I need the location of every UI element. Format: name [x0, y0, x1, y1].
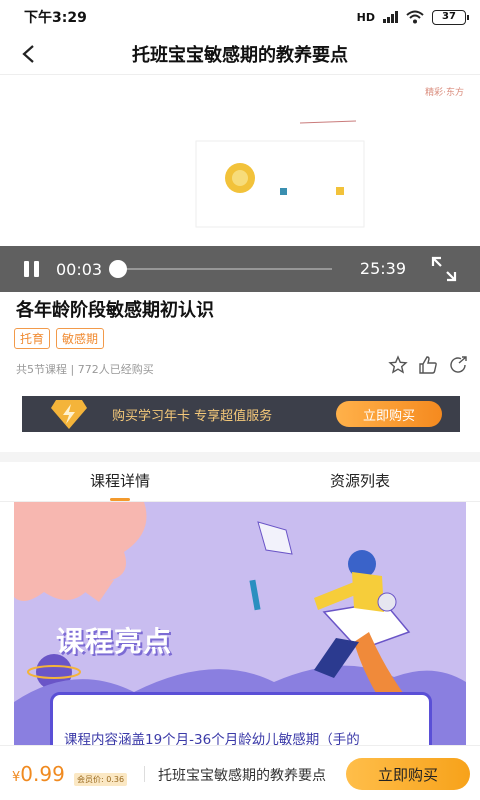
- share-icon[interactable]: [448, 355, 468, 375]
- promo-text: 购买学习年卡 专享超值服务: [112, 408, 273, 424]
- back-button[interactable]: [12, 38, 44, 70]
- nav-bar: 托班宝宝敏感期的教养要点: [0, 34, 480, 74]
- tab-bar: 课程详情 资源列表: [0, 462, 480, 502]
- star-icon[interactable]: [388, 355, 408, 375]
- current-time: 00:03: [56, 259, 103, 279]
- status-bar: 下午3:29 HD 37: [0, 0, 480, 34]
- promo-banner[interactable]: 购买学习年卡 专享超值服务 立即购买: [22, 396, 460, 432]
- price-value: 0.99: [20, 762, 65, 786]
- section-divider: [0, 452, 480, 462]
- total-time: 25:39: [359, 259, 406, 278]
- bottom-bar: ¥0.99 会员价: 0.36 托班宝宝敏感期的教养要点 立即购买: [0, 745, 480, 800]
- action-icons: [388, 355, 468, 375]
- tag-minganqi: 敏感期: [56, 328, 105, 349]
- tab-course-details[interactable]: 课程详情: [0, 462, 240, 501]
- chevron-left-icon: [22, 45, 34, 63]
- cell-signal-icon: [383, 11, 398, 23]
- battery-icon: 37: [432, 9, 469, 25]
- wifi-icon: [406, 10, 424, 24]
- progress-thumb[interactable]: [109, 260, 127, 278]
- pause-button[interactable]: [16, 254, 46, 284]
- buy-now-button[interactable]: 立即购买: [346, 758, 470, 790]
- hd-signal-label: HD: [356, 10, 375, 24]
- status-icons: HD 37: [356, 9, 469, 25]
- tab-resource-list[interactable]: 资源列表: [240, 462, 480, 501]
- member-price-badge: 会员价: 0.36: [74, 773, 128, 786]
- promo-buy-button[interactable]: 立即购买: [336, 401, 442, 427]
- tag-list: 托育 敏感期: [14, 328, 105, 349]
- course-meta: 共5节课程 | 772人已经购买: [16, 363, 154, 376]
- lightning-badge-icon: [51, 400, 87, 429]
- course-detail-image: 课程亮点 课程内容涵盖19个月-36个月龄幼儿敏感期（手的: [14, 502, 466, 750]
- course-title: 各年龄阶段敏感期初认识: [16, 300, 214, 321]
- highlight-title: 课程亮点: [56, 625, 173, 658]
- status-time: 下午3:29: [24, 10, 87, 26]
- page-title: 托班宝宝敏感期的教养要点: [132, 45, 348, 66]
- progress-track[interactable]: [109, 260, 332, 278]
- tag-tuoyu: 托育: [14, 328, 51, 349]
- thumbs-up-icon[interactable]: [418, 355, 438, 375]
- video-controls: 00:03 25:39: [0, 246, 480, 292]
- fullscreen-icon[interactable]: [430, 255, 458, 283]
- bottom-separator: [144, 766, 145, 782]
- video-player[interactable]: 精彩·东方 00:03 25:39: [0, 74, 480, 292]
- bottom-course-name: 托班宝宝敏感期的教养要点: [158, 768, 326, 784]
- price: ¥0.99: [12, 762, 65, 786]
- video-frame-illustration: [195, 120, 365, 228]
